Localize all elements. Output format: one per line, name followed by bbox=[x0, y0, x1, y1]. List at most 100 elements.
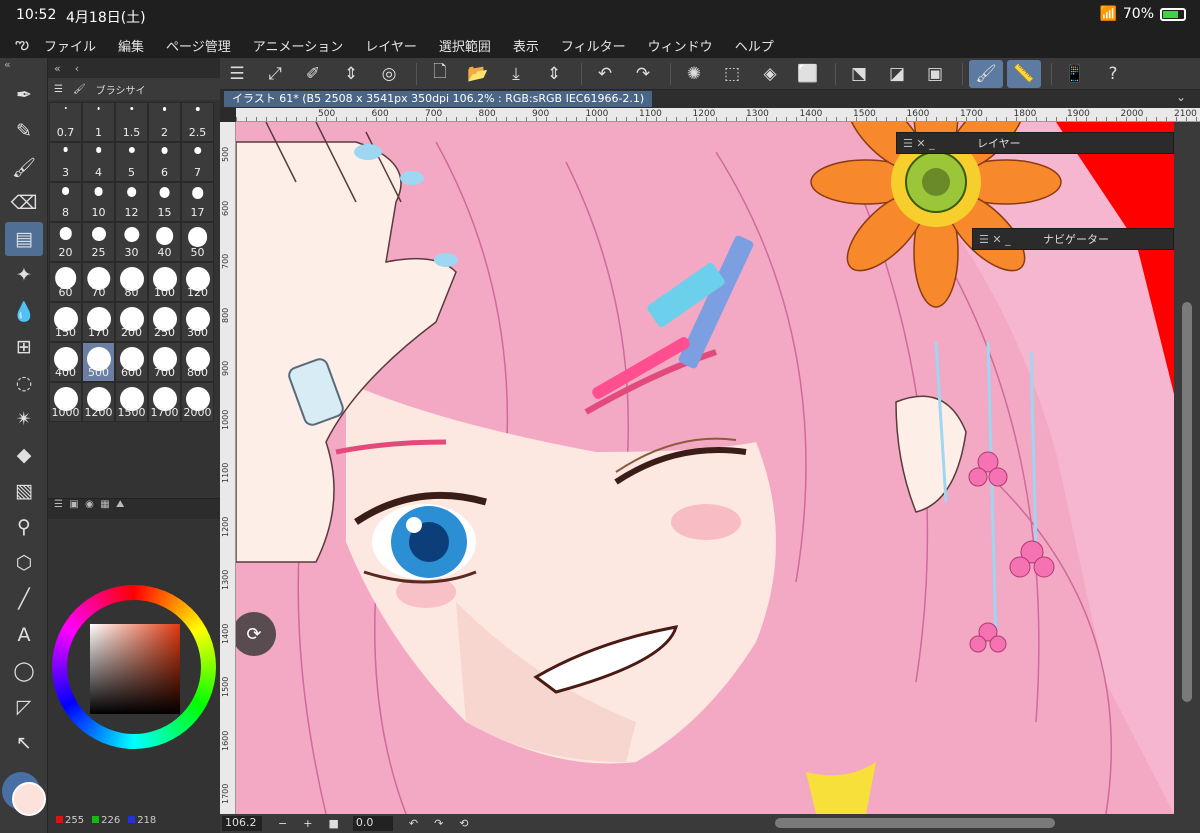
brush-size-cell[interactable]: 2 bbox=[148, 102, 181, 142]
brush-size-cell[interactable]: 1.5 bbox=[115, 102, 148, 142]
brush-size-cell[interactable]: 40 bbox=[148, 222, 181, 262]
spinner-icon[interactable]: ✺ bbox=[677, 60, 711, 88]
snap-brush-icon[interactable]: 🖌 bbox=[969, 59, 1003, 88]
reset-rotation-icon[interactable]: ⟲ bbox=[459, 817, 468, 830]
layer-panel-collapsed[interactable]: ☰ ✕ _ レイヤー bbox=[896, 132, 1174, 154]
selection-border-icon[interactable]: ▣ bbox=[918, 60, 952, 88]
zoom-in-icon[interactable]: + bbox=[303, 817, 312, 830]
brush-size-cell[interactable]: 17 bbox=[181, 182, 214, 222]
brush-size-cell[interactable]: 6 bbox=[148, 142, 181, 182]
menu-file[interactable]: ファイル bbox=[44, 36, 96, 55]
brush-size-cell[interactable]: 120 bbox=[181, 262, 214, 302]
main-color-circle[interactable] bbox=[12, 782, 46, 816]
material-icon[interactable]: ◎ bbox=[372, 60, 406, 88]
gradient-tool-icon[interactable]: ▧ bbox=[5, 474, 43, 508]
brush-size-cell[interactable]: 7 bbox=[181, 142, 214, 182]
balloon-tool-icon[interactable]: ◯ bbox=[5, 654, 43, 688]
brush-size-cell[interactable]: 4 bbox=[82, 142, 115, 182]
3d-tool-icon[interactable]: ⬡ bbox=[5, 546, 43, 580]
fit-view-icon[interactable]: ⤢ bbox=[258, 60, 292, 88]
navigator-panel-controls[interactable]: ☰ ✕ _ bbox=[973, 233, 1043, 246]
deselect-icon[interactable]: ⬔ bbox=[842, 60, 876, 88]
brush-tab-icon[interactable]: 🖌 bbox=[73, 84, 86, 95]
color-panel-tabs[interactable]: ☰ ▣ ◉ ▦ ⛰ bbox=[48, 499, 220, 519]
brush-size-cell[interactable]: 0.7 bbox=[49, 102, 82, 142]
redo-icon[interactable]: ↷ bbox=[626, 60, 660, 88]
scroll-thumb[interactable] bbox=[1182, 302, 1192, 702]
brush-size-cell[interactable]: 12 bbox=[115, 182, 148, 222]
snap-ruler-icon[interactable]: 📏 bbox=[1007, 59, 1041, 88]
main-color-swatch[interactable] bbox=[2, 772, 46, 816]
tool-palette-header[interactable]: « bbox=[0, 58, 47, 76]
navigator-panel-collapsed[interactable]: ☰ ✕ _ ナビゲーター bbox=[972, 228, 1174, 250]
drawing-canvas[interactable]: ⟳ bbox=[236, 122, 1174, 814]
sliders-icon[interactable]: ☰ bbox=[54, 84, 63, 95]
menu-filter[interactable]: フィルター bbox=[561, 36, 626, 55]
updown-2-icon[interactable]: ⇕ bbox=[537, 60, 571, 88]
magic-wand-icon[interactable]: ✴ bbox=[5, 402, 43, 436]
menu-page[interactable]: ページ管理 bbox=[166, 36, 231, 55]
brush-size-cell[interactable]: 1500 bbox=[115, 382, 148, 422]
line-tool-icon[interactable]: ╱ bbox=[5, 582, 43, 616]
brush-size-cell[interactable]: 8 bbox=[49, 182, 82, 222]
brush-size-cell[interactable]: 170 bbox=[82, 302, 115, 342]
save-icon[interactable]: ⤓ bbox=[499, 60, 533, 88]
clear-icon[interactable]: ⬚ bbox=[715, 60, 749, 88]
chevron-down-icon[interactable]: ⌄ bbox=[1176, 90, 1186, 104]
pencil-tool-icon[interactable]: ✎ bbox=[5, 114, 43, 148]
brush-size-cell[interactable]: 5 bbox=[115, 142, 148, 182]
pen-tool-icon[interactable]: ✒ bbox=[5, 78, 43, 112]
text-tool-icon[interactable]: A bbox=[5, 618, 43, 652]
transform-icon[interactable]: ⬜ bbox=[791, 60, 825, 88]
brush-size-cell[interactable]: 1200 bbox=[82, 382, 115, 422]
updown-icon[interactable]: ⇕ bbox=[334, 60, 368, 88]
brush-size-cell[interactable]: 500 bbox=[82, 342, 115, 382]
brush-size-cell[interactable]: 300 bbox=[181, 302, 214, 342]
document-tab[interactable]: イラスト 61* (B5 2508 x 3541px 350dpi 106.2%… bbox=[224, 91, 653, 107]
eyedropper-tool-icon[interactable]: ⚲ bbox=[5, 510, 43, 544]
layer-panel-controls[interactable]: ☰ ✕ _ bbox=[897, 137, 977, 150]
brush-size-cell[interactable]: 600 bbox=[115, 342, 148, 382]
zoom-out-icon[interactable]: − bbox=[278, 817, 287, 830]
rotate-left-icon[interactable]: ↶ bbox=[409, 817, 418, 830]
fill-icon[interactable]: ◈ bbox=[753, 60, 787, 88]
ruler-tool-icon[interactable]: ◸ bbox=[5, 690, 43, 724]
brush-size-cell[interactable]: 25 bbox=[82, 222, 115, 262]
brush-size-cell[interactable]: 60 bbox=[49, 262, 82, 302]
rotate-right-icon[interactable]: ↷ bbox=[434, 817, 443, 830]
brush-size-cell[interactable]: 20 bbox=[49, 222, 82, 262]
airbrush-tool-icon[interactable]: ▤ bbox=[5, 222, 43, 256]
brush-size-cell[interactable]: 800 bbox=[181, 342, 214, 382]
new-file-icon[interactable]: 🗋 bbox=[423, 60, 457, 88]
quick-access-icon[interactable]: ✐ bbox=[296, 60, 330, 88]
brush-size-tab[interactable]: ブラシサイ bbox=[96, 82, 146, 97]
zoom-value[interactable]: 106.2 bbox=[222, 816, 262, 831]
decoration-tool-icon[interactable]: ✦ bbox=[5, 258, 43, 292]
brush-size-cell[interactable]: 2.5 bbox=[181, 102, 214, 142]
undo-icon[interactable]: ↶ bbox=[588, 60, 622, 88]
brush-size-cell[interactable]: 15 bbox=[148, 182, 181, 222]
brush-size-cell[interactable]: 700 bbox=[148, 342, 181, 382]
fill-tool-icon[interactable]: ◆ bbox=[5, 438, 43, 472]
app-logo-icon[interactable]: ఌ bbox=[0, 34, 44, 57]
brush-size-cell[interactable]: 200 bbox=[115, 302, 148, 342]
brush-size-cell[interactable]: 150 bbox=[49, 302, 82, 342]
brush-size-cell[interactable]: 400 bbox=[49, 342, 82, 382]
mesh-tool-icon[interactable]: ⊞ bbox=[5, 330, 43, 364]
brush-size-cell[interactable]: 1000 bbox=[49, 382, 82, 422]
menu-icon[interactable]: ☰ bbox=[220, 60, 254, 88]
menu-edit[interactable]: 編集 bbox=[118, 36, 144, 55]
brush-tool-icon[interactable]: 🖌 bbox=[5, 150, 43, 184]
object-tool-icon[interactable]: ↖ bbox=[5, 726, 43, 760]
horizontal-scrollbar[interactable] bbox=[775, 818, 1055, 828]
brush-size-cell[interactable]: 2000 bbox=[181, 382, 214, 422]
brush-size-cell[interactable]: 10 bbox=[82, 182, 115, 222]
open-file-icon[interactable]: 📂 bbox=[461, 60, 495, 88]
brush-size-cell[interactable]: 30 bbox=[115, 222, 148, 262]
menu-help[interactable]: ヘルプ bbox=[735, 36, 774, 55]
menu-selection[interactable]: 選択範囲 bbox=[439, 36, 491, 55]
lasso-tool-icon[interactable]: ◌ bbox=[5, 366, 43, 400]
blend-tool-icon[interactable]: 💧 bbox=[5, 294, 43, 328]
help-icon[interactable]: ? bbox=[1096, 60, 1130, 88]
saturation-value-square[interactable] bbox=[90, 624, 180, 714]
